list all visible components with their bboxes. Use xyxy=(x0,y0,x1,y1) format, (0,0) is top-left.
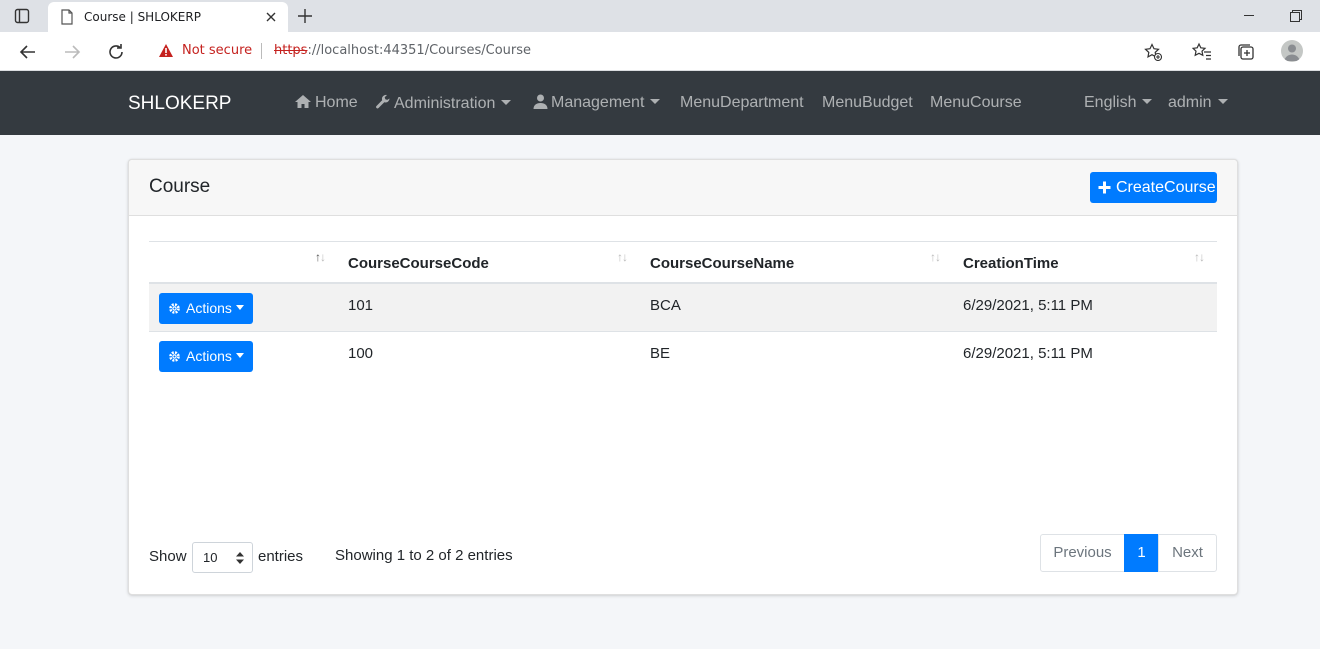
create-course-label: CreateCourse xyxy=(1116,179,1216,196)
cell-name: BCA xyxy=(650,297,681,314)
browser-toolbar: Not secure https://localhost:44351/Cours… xyxy=(0,32,1320,71)
wrench-icon xyxy=(376,94,390,109)
nav-management[interactable]: Management xyxy=(533,94,661,112)
user-dropdown[interactable]: admin xyxy=(1168,94,1228,112)
chevron-down-icon xyxy=(501,100,512,105)
app-navbar: SHLOKERP Home Administration Management … xyxy=(0,71,1320,135)
close-icon[interactable] xyxy=(264,10,278,24)
page-icon xyxy=(61,9,73,25)
create-course-button[interactable]: CreateCourse xyxy=(1090,172,1217,203)
url-bar[interactable]: Not secure https://localhost:44351/Cours… xyxy=(144,35,1176,67)
chevron-down-icon xyxy=(235,353,244,358)
sort-icon[interactable]: ↑↓ xyxy=(930,250,941,264)
nav-menu-department[interactable]: MenuDepartment xyxy=(680,94,804,112)
table-info: Showing 1 to 2 of 2 entries xyxy=(335,547,513,564)
home-icon xyxy=(295,95,311,108)
cell-code: 100 xyxy=(348,345,374,362)
nav-home-label: Home xyxy=(315,94,358,111)
gear-icon xyxy=(169,303,180,314)
nav-administration-label: Administration xyxy=(394,95,496,112)
nav-menu-course[interactable]: MenuCourse xyxy=(930,94,1022,112)
actions-button[interactable]: Actions xyxy=(159,293,253,324)
restore-icon[interactable] xyxy=(1290,10,1302,22)
column-header-creation-time[interactable]: CreationTime xyxy=(963,255,1059,272)
chevron-down-icon xyxy=(650,99,661,104)
actions-button[interactable]: Actions xyxy=(159,341,253,372)
url-scheme: https xyxy=(274,43,308,58)
card-header: Course CreateCourse xyxy=(129,160,1237,216)
user-label: admin xyxy=(1168,94,1212,111)
browser-tab[interactable]: Course | SHLOKERP xyxy=(48,2,288,32)
favorites-icon[interactable] xyxy=(1192,42,1212,62)
avatar-icon xyxy=(1284,44,1300,61)
nav-management-label: Management xyxy=(551,94,645,111)
chevron-down-icon xyxy=(1217,99,1228,104)
entries-label: entries xyxy=(258,548,304,565)
nav-menu-budget[interactable]: MenuBudget xyxy=(822,94,913,112)
cell-creation-time: 6/29/2021, 5:11 PM xyxy=(963,345,1093,362)
nav-administration[interactable]: Administration xyxy=(375,94,512,113)
next-page-button[interactable]: Next xyxy=(1158,534,1217,572)
security-status[interactable]: Not secure xyxy=(182,43,252,58)
url-text[interactable]: https://localhost:44351/Courses/Course xyxy=(274,43,531,58)
nav-home[interactable]: Home xyxy=(294,94,358,112)
table-row: Actions 101 BCA 6/29/2021, 5:11 PM xyxy=(149,284,1217,332)
sort-icon[interactable]: ↑↓ xyxy=(315,250,326,264)
forward-icon[interactable] xyxy=(62,42,82,62)
collections-icon[interactable] xyxy=(1236,42,1256,62)
warning-icon[interactable] xyxy=(158,43,174,59)
browser-tabstrip: Course | SHLOKERP xyxy=(0,0,1320,32)
plus-icon xyxy=(1098,181,1111,194)
chevron-down-icon xyxy=(235,305,244,310)
url-divider xyxy=(261,43,262,59)
previous-page-button[interactable]: Previous xyxy=(1040,534,1125,572)
sort-icon[interactable]: ↑↓ xyxy=(1194,250,1205,264)
user-icon xyxy=(533,94,548,109)
actions-label: Actions xyxy=(186,300,232,316)
tab-title: Course | SHLOKERP xyxy=(84,10,201,24)
chevron-down-icon xyxy=(1142,99,1153,104)
profile-avatar[interactable] xyxy=(1281,40,1303,62)
cell-code: 101 xyxy=(348,297,374,314)
table-row: Actions 100 BE 6/29/2021, 5:11 PM xyxy=(149,332,1217,380)
show-label: Show xyxy=(149,548,187,565)
select-arrows-icon xyxy=(236,552,244,564)
new-tab-icon[interactable] xyxy=(297,8,313,24)
language-dropdown[interactable]: English xyxy=(1084,94,1153,112)
page-title: Course xyxy=(149,176,211,197)
page-size-select[interactable]: 10 xyxy=(192,542,253,573)
column-header-code[interactable]: CourseCourseCode xyxy=(348,255,489,272)
minimize-icon[interactable] xyxy=(1244,15,1254,16)
brand-logo[interactable]: SHLOKERP xyxy=(128,93,231,115)
pagination: Previous 1 Next xyxy=(1040,534,1217,572)
course-card: Course CreateCourse ↑↓ CourseCourseCode … xyxy=(128,159,1238,595)
back-icon[interactable] xyxy=(18,42,38,62)
add-favorite-icon[interactable] xyxy=(1144,43,1162,61)
gear-icon xyxy=(169,351,180,362)
page-1-button[interactable]: 1 xyxy=(1124,534,1159,572)
sort-icon[interactable]: ↑↓ xyxy=(617,250,628,264)
page-size-value: 10 xyxy=(203,550,218,565)
column-header-name[interactable]: CourseCourseName xyxy=(650,255,794,272)
cell-name: BE xyxy=(650,345,671,362)
tab-actions-icon[interactable] xyxy=(14,8,30,24)
url-path: ://localhost:44351/Courses/Course xyxy=(307,43,532,58)
actions-label: Actions xyxy=(186,348,232,364)
language-label: English xyxy=(1084,94,1137,111)
cell-creation-time: 6/29/2021, 5:11 PM xyxy=(963,297,1093,314)
table-header: ↑↓ CourseCourseCode ↑↓ CourseCourseName … xyxy=(149,241,1217,284)
refresh-icon[interactable] xyxy=(106,42,126,62)
